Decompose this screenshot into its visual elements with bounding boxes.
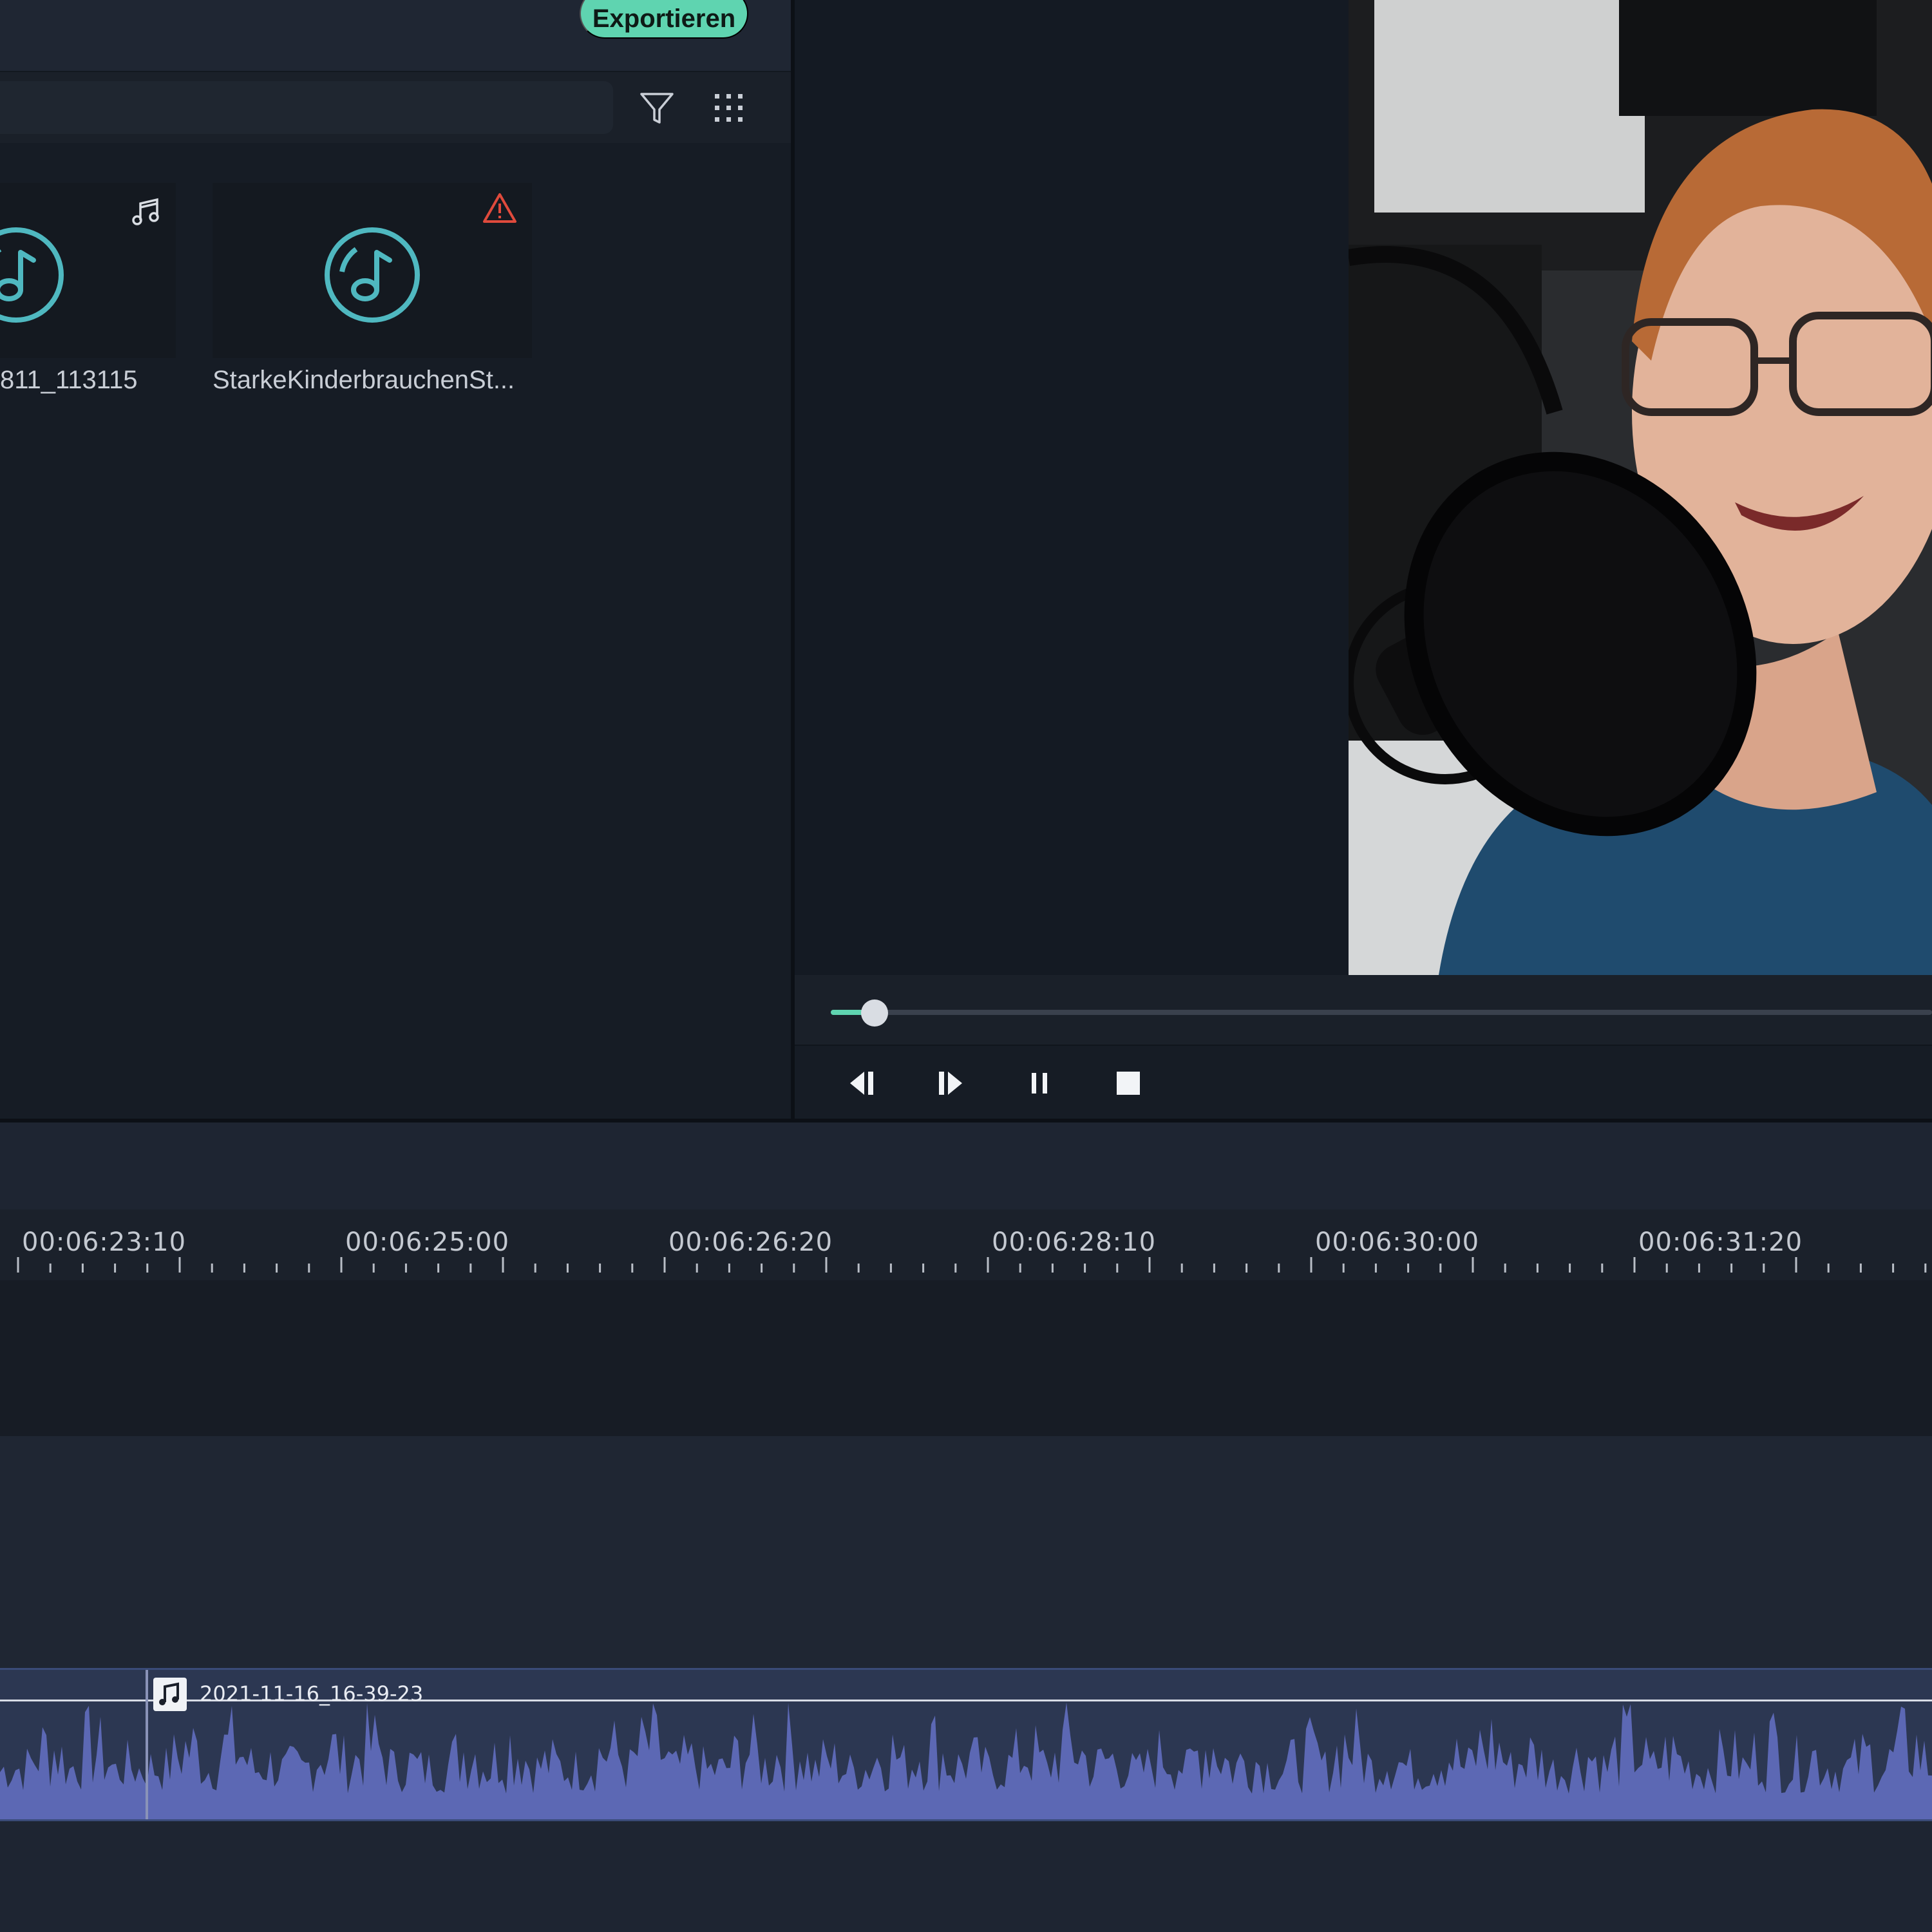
player-controls [795, 1046, 1932, 1119]
media-item-audio-1[interactable] [0, 183, 176, 358]
media-item-label: 811_113115 [0, 366, 138, 394]
timeline-track-empty[interactable] [0, 1280, 1932, 1436]
music-notes-icon [132, 198, 159, 225]
timeline-empty-area [0, 1821, 1932, 1932]
clip-split-marker [146, 1670, 148, 1819]
search-input[interactable] [0, 81, 613, 134]
warning-icon [483, 193, 516, 223]
progress-handle[interactable] [861, 999, 888, 1027]
music-note-icon [0, 227, 64, 323]
timeline-ruler[interactable]: 00:06:23:10 00:06:25:00 00:06:26:20 00:0… [0, 1209, 1932, 1280]
media-library: 811_113115 StarkeKinderbrauchenSt... [0, 143, 791, 1119]
ruler-ticks [17, 1257, 1927, 1273]
grid-view-icon[interactable] [710, 89, 748, 128]
timeline-toolbar [0, 1122, 1932, 1209]
video-editor: Exportieren 811_113115 StarkeKinderbrauc… [0, 0, 1932, 1932]
top-bar: Exportieren [0, 0, 791, 72]
progress-track[interactable] [831, 1010, 1932, 1015]
playback-progress[interactable] [795, 975, 1932, 1046]
music-note-icon [325, 227, 420, 323]
media-item-label: StarkeKinderbrauchenSt... [213, 366, 515, 394]
media-toolbar [0, 72, 791, 143]
video-frame [1349, 0, 1932, 975]
stop-icon[interactable] [1110, 1065, 1146, 1101]
timeline-track[interactable] [0, 1436, 1932, 1668]
media-item-audio-2[interactable] [213, 183, 532, 358]
pause-icon[interactable] [1021, 1065, 1057, 1101]
filter-icon[interactable] [638, 89, 676, 128]
step-forward-icon[interactable] [933, 1065, 969, 1101]
export-button[interactable]: Exportieren [580, 0, 748, 39]
audio-clip[interactable]: 2021-11-16_16-39-23 [0, 1668, 1932, 1821]
music-note-icon [153, 1678, 187, 1711]
step-back-icon[interactable] [844, 1065, 880, 1101]
audio-clip-label: 2021-11-16_16-39-23 [200, 1681, 424, 1706]
